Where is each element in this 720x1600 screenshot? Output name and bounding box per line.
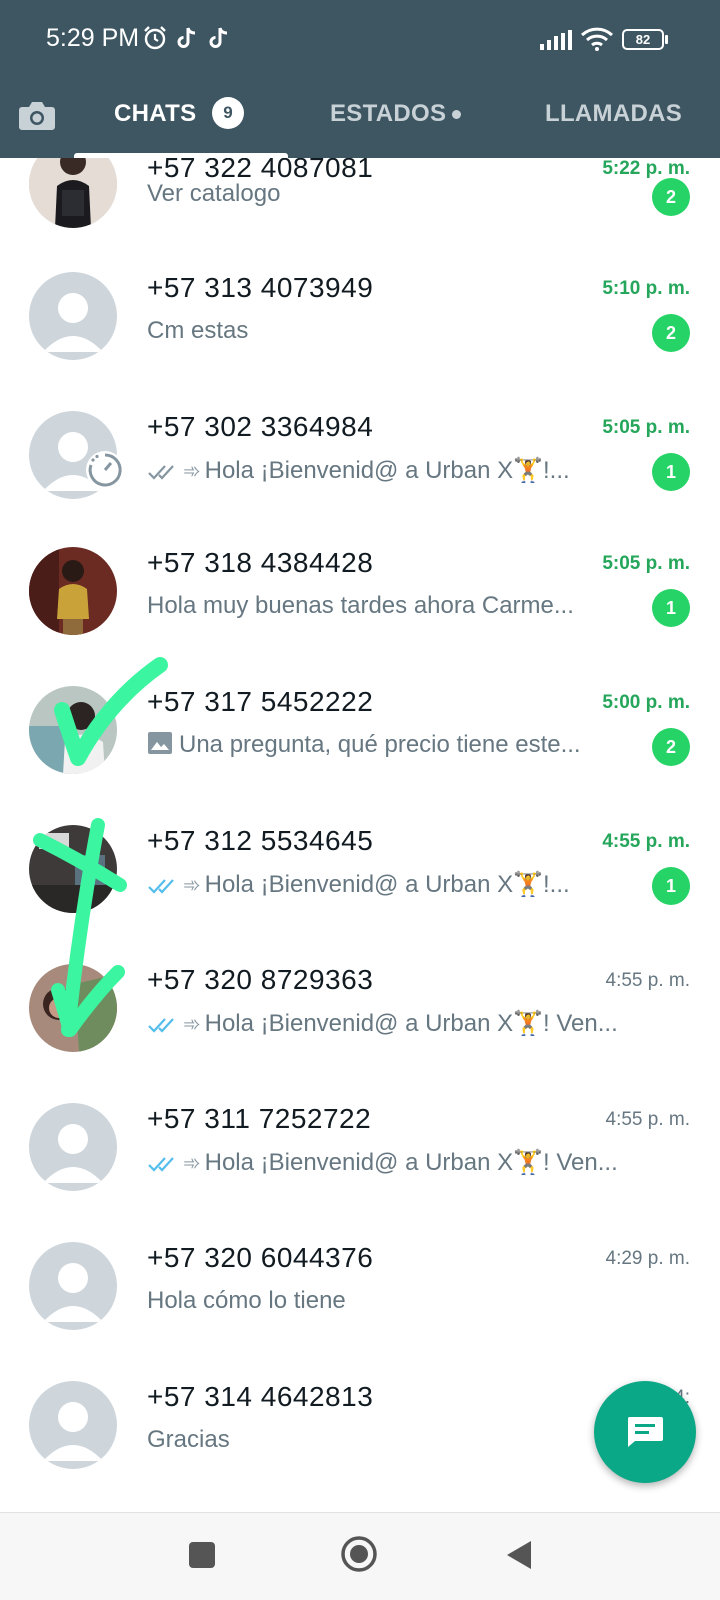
preview-text: Hola muy buenas tardes ahora Carme... xyxy=(147,592,574,619)
chat-time: 4:55 p. m. xyxy=(602,831,690,852)
active-tab-indicator xyxy=(74,153,288,158)
chat-row[interactable]: +57 317 5452222 5:00 p. m. Una pregunta,… xyxy=(0,672,720,811)
status-time: 5:29 PM xyxy=(46,24,140,52)
chats-unread-badge: 9 xyxy=(212,97,244,129)
chat-time: 4:55 p. m. xyxy=(605,970,691,991)
unread-badge: 2 xyxy=(652,314,690,352)
message-preview: Ver catalogo xyxy=(147,180,622,208)
message-preview: Gracias xyxy=(147,1426,622,1454)
home-button[interactable] xyxy=(340,1535,378,1573)
message-preview: ➾ Hola ¡Bienvenid@ a Urban X🏋️!... xyxy=(147,456,622,485)
contact-name: +57 320 6044376 xyxy=(147,1242,374,1273)
battery-tip xyxy=(665,35,668,44)
tab-llamadas[interactable]: LLAMADAS xyxy=(545,100,682,128)
message-preview: ➾ Hola ¡Bienvenid@ a Urban X🏋️! Ven... xyxy=(147,1009,622,1038)
default-avatar-icon[interactable] xyxy=(29,1103,117,1191)
tiktok-icon xyxy=(177,27,196,48)
unread-badge: 1 xyxy=(652,589,690,627)
default-avatar-icon[interactable] xyxy=(29,272,117,360)
default-avatar-icon[interactable] xyxy=(29,1381,117,1469)
chat-row[interactable]: +57 313 4073949 5:10 p. m. Cm estas 2 xyxy=(0,258,720,397)
chat-time: 4:55 p. m. xyxy=(605,1109,691,1130)
double-check-icon xyxy=(148,464,174,480)
unread-badge: 2 xyxy=(652,728,690,766)
double-check-read-icon xyxy=(148,878,174,894)
unread-badge: 1 xyxy=(652,867,690,905)
preview-text: Hola ¡Bienvenid@ a Urban X🏋️!... xyxy=(204,457,570,484)
forwarded-icon: ➾ xyxy=(183,1152,201,1175)
chat-row[interactable]: +57 312 5534645 4:55 p. m. ➾ Hola ¡Bienve… xyxy=(0,811,720,950)
contact-avatar-photo[interactable] xyxy=(29,547,117,635)
contact-name: +57 317 5452222 xyxy=(147,686,374,717)
chat-row[interactable]: +57 302 3364984 5:05 p. m. ➾ Hola ¡Bienve… xyxy=(0,397,720,536)
image-icon xyxy=(148,732,172,754)
wifi-icon xyxy=(580,27,614,51)
chat-time: 5:10 p. m. xyxy=(602,278,690,299)
message-preview: ➾ Hola ¡Bienvenid@ a Urban X🏋️!... xyxy=(147,870,622,899)
tiktok-icon xyxy=(209,27,228,48)
chat-row[interactable]: +57 320 6044376 4:29 p. m. Hola cómo lo … xyxy=(0,1228,720,1367)
forwarded-icon: ➾ xyxy=(183,1013,201,1036)
contact-name: +57 314 4642813 xyxy=(147,1381,374,1412)
contact-name: +57 312 5534645 xyxy=(147,825,374,856)
chat-row[interactable]: +57 311 7252722 4:55 p. m. ➾ Hola ¡Bienve… xyxy=(0,1089,720,1228)
chat-time: 5:05 p. m. xyxy=(602,417,690,438)
contact-name: +57 302 3364984 xyxy=(147,411,374,442)
default-avatar-icon[interactable] xyxy=(29,1242,117,1330)
contact-name: +57 313 4073949 xyxy=(147,272,374,303)
unread-badge: 2 xyxy=(652,178,690,216)
contact-avatar-photo[interactable] xyxy=(29,964,117,1052)
estados-new-dot xyxy=(452,110,461,119)
battery-level: 82 xyxy=(635,32,651,47)
status-bar: 5:29 PM 82 xyxy=(0,0,720,80)
signal-icon xyxy=(540,30,572,50)
recents-button[interactable] xyxy=(189,1542,215,1568)
chat-row[interactable]: +57 318 4384428 5:05 p. m. Hola muy buen… xyxy=(0,533,720,672)
chat-time: 5:00 p. m. xyxy=(602,692,690,713)
preview-text: Una pregunta, qué precio tiene este... xyxy=(179,731,581,758)
preview-text: Ver catalogo xyxy=(147,180,281,207)
camera-icon[interactable] xyxy=(16,94,58,136)
back-button[interactable] xyxy=(505,1539,533,1571)
battery-icon: 82 xyxy=(622,29,664,50)
preview-text: Cm estas xyxy=(147,317,249,344)
chat-row[interactable]: +57 320 8729363 4:55 p. m. ➾ Hola ¡Bienve… xyxy=(0,950,720,1089)
message-preview: Una pregunta, qué precio tiene este... xyxy=(147,731,622,759)
message-icon xyxy=(627,1417,663,1447)
preview-text: Gracias xyxy=(147,1426,230,1453)
chat-time: 5:22 p. m. xyxy=(602,158,690,179)
alarm-icon xyxy=(144,26,166,50)
tab-chats[interactable]: CHATS xyxy=(114,100,196,128)
message-preview: Cm estas xyxy=(147,317,622,345)
chat-row[interactable]: +57 322 4087081 5:22 p. m. Ver catalogo … xyxy=(0,138,720,277)
message-preview: ➾ Hola ¡Bienvenid@ a Urban X🏋️! Ven... xyxy=(147,1148,622,1177)
contact-avatar-photo[interactable] xyxy=(29,686,117,774)
disappearing-timer-icon xyxy=(86,451,124,489)
system-nav-bar xyxy=(0,1512,720,1600)
double-check-read-icon xyxy=(148,1156,174,1172)
forwarded-icon: ➾ xyxy=(183,460,201,483)
preview-text: Hola ¡Bienvenid@ a Urban X🏋️!... xyxy=(204,871,570,898)
chat-list: +57 322 4087081 5:22 p. m. Ver catalogo … xyxy=(0,0,720,1512)
message-preview: Hola cómo lo tiene xyxy=(147,1287,622,1315)
app-header: 5:29 PM 82 CHATS 9 ESTADOS LLAMADAS xyxy=(0,0,720,158)
chat-time: 5:05 p. m. xyxy=(602,553,690,574)
preview-text: Hola cómo lo tiene xyxy=(147,1287,346,1314)
tab-bar: CHATS 9 ESTADOS LLAMADAS xyxy=(0,80,720,158)
contact-name: +57 318 4384428 xyxy=(147,547,374,578)
chat-time: 4:29 p. m. xyxy=(605,1248,691,1269)
message-preview: Hola muy buenas tardes ahora Carme... xyxy=(147,592,622,620)
double-check-read-icon xyxy=(148,1017,174,1033)
contact-avatar-photo[interactable] xyxy=(29,825,117,913)
preview-text: Hola ¡Bienvenid@ a Urban X🏋️! Ven... xyxy=(204,1010,618,1037)
tab-estados[interactable]: ESTADOS xyxy=(330,100,446,128)
preview-text: Hola ¡Bienvenid@ a Urban X🏋️! Ven... xyxy=(204,1149,618,1176)
contact-name: +57 311 7252722 xyxy=(147,1103,372,1134)
new-chat-button[interactable] xyxy=(594,1381,696,1483)
forwarded-icon: ➾ xyxy=(183,874,201,897)
contact-name: +57 320 8729363 xyxy=(147,964,374,995)
unread-badge: 1 xyxy=(652,453,690,491)
